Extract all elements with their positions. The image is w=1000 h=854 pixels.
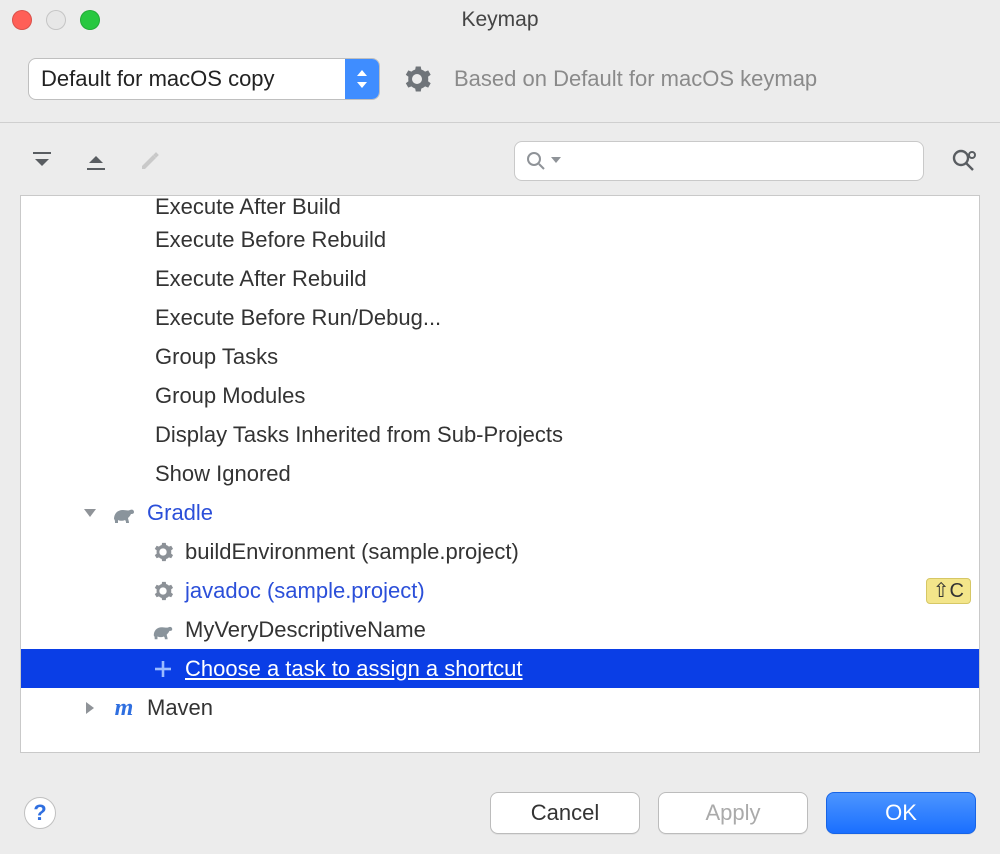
tree-item[interactable]: Group Modules: [21, 376, 979, 415]
tree-item-custom-task[interactable]: MyVeryDescriptiveName: [21, 610, 979, 649]
expand-all-button[interactable]: [28, 147, 56, 175]
window-title: Keymap: [461, 8, 538, 32]
tree-item-choose-task[interactable]: Choose a task to assign a shortcut: [21, 649, 979, 688]
keymap-header: Default for macOS copy Based on Default …: [0, 40, 1000, 122]
tree-group-maven[interactable]: m Maven: [21, 688, 979, 727]
help-button[interactable]: ?: [24, 797, 56, 829]
based-on-label: Based on Default for macOS keymap: [454, 66, 817, 92]
collapse-all-button[interactable]: [82, 147, 110, 175]
dialog-buttons: ? Cancel Apply OK: [0, 780, 1000, 854]
search-input[interactable]: [565, 150, 913, 173]
chevron-down-icon: [79, 507, 101, 519]
title-bar: Keymap: [0, 0, 1000, 40]
tree-group-label: Maven: [147, 697, 213, 719]
tree-tools: [28, 147, 164, 175]
toolbar: [0, 123, 1000, 195]
tree-item[interactable]: Execute After Build: [21, 196, 979, 220]
gear-icon: [151, 579, 175, 603]
window-controls: [12, 0, 100, 40]
search-dropdown-icon[interactable]: [551, 152, 561, 170]
edit-shortcut-button[interactable]: [136, 147, 164, 175]
tree-item[interactable]: Group Tasks: [21, 337, 979, 376]
plus-icon: [151, 657, 175, 681]
tree-item[interactable]: Display Tasks Inherited from Sub-Project…: [21, 415, 979, 454]
gradle-icon: [111, 502, 137, 524]
search-field[interactable]: [514, 141, 924, 181]
tree-item[interactable]: Execute Before Rebuild: [21, 220, 979, 259]
tree-group-gradle[interactable]: Gradle: [21, 493, 979, 532]
keymap-select[interactable]: Default for macOS copy: [28, 58, 380, 100]
ok-button[interactable]: OK: [826, 792, 976, 834]
maven-icon: m: [111, 697, 137, 719]
shortcut-badge: ⇧C: [926, 578, 971, 604]
keymap-select-label: Default for macOS copy: [29, 59, 345, 99]
tree-item-javadoc[interactable]: javadoc (sample.project) ⇧C: [21, 571, 979, 610]
minimize-window-button[interactable]: [46, 10, 66, 30]
zoom-window-button[interactable]: [80, 10, 100, 30]
tree-item[interactable]: Execute After Rebuild: [21, 259, 979, 298]
close-window-button[interactable]: [12, 10, 32, 30]
chevron-right-icon: [79, 701, 101, 715]
tree-item[interactable]: Execute Before Run/Debug...: [21, 298, 979, 337]
cancel-button[interactable]: Cancel: [490, 792, 640, 834]
gear-icon: [151, 540, 175, 564]
tree-item-build-environment[interactable]: buildEnvironment (sample.project): [21, 532, 979, 571]
keymap-actions-button[interactable]: [402, 64, 432, 94]
tree-item[interactable]: Show Ignored: [21, 454, 979, 493]
apply-button[interactable]: Apply: [658, 792, 808, 834]
gradle-icon: [151, 618, 175, 642]
chevron-updown-icon: [345, 59, 379, 99]
find-action-by-shortcut-button[interactable]: [950, 147, 978, 175]
actions-tree[interactable]: Execute After Build Execute Before Rebui…: [20, 195, 980, 753]
search-icon: [525, 150, 547, 172]
tree-group-label: Gradle: [147, 502, 213, 524]
